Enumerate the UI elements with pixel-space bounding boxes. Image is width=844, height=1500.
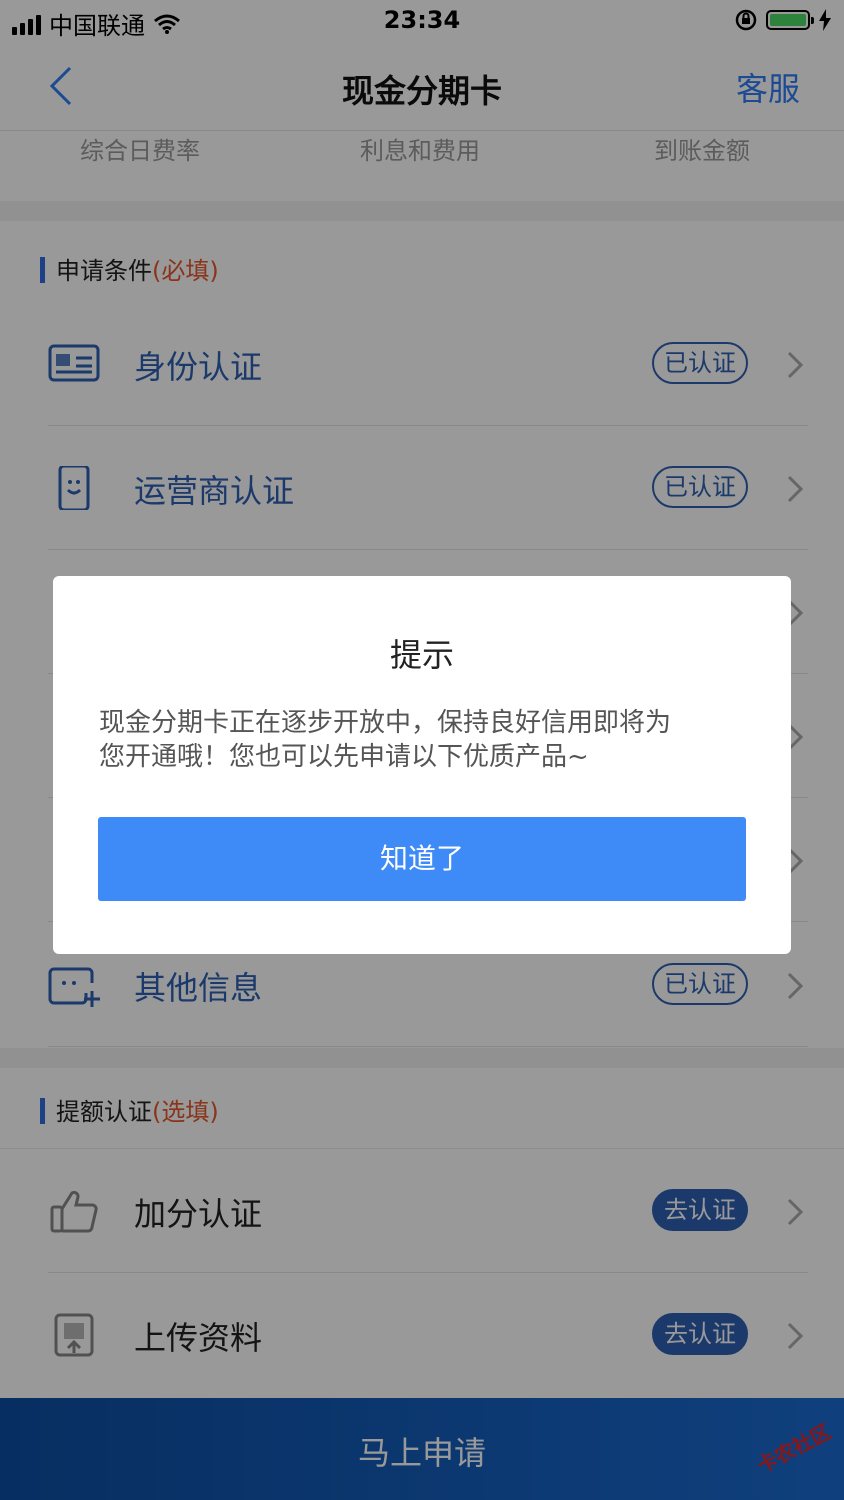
dialog-message: 现金分期卡正在逐步开放中，保持良好信用即将为 您开通哦！您也可以先申请以下优质产… [99, 706, 749, 774]
dialog-message-line-2: 您开通哦！您也可以先申请以下优质产品~ [99, 742, 589, 772]
alert-dialog: 提示 现金分期卡正在逐步开放中，保持良好信用即将为 您开通哦！您也可以先申请以下… [53, 576, 791, 954]
dialog-message-line-1: 现金分期卡正在逐步开放中，保持良好信用即将为 [99, 708, 672, 738]
dialog-title: 提示 [389, 636, 454, 674]
dialog-confirm-button[interactable]: 知道了 [98, 817, 746, 901]
